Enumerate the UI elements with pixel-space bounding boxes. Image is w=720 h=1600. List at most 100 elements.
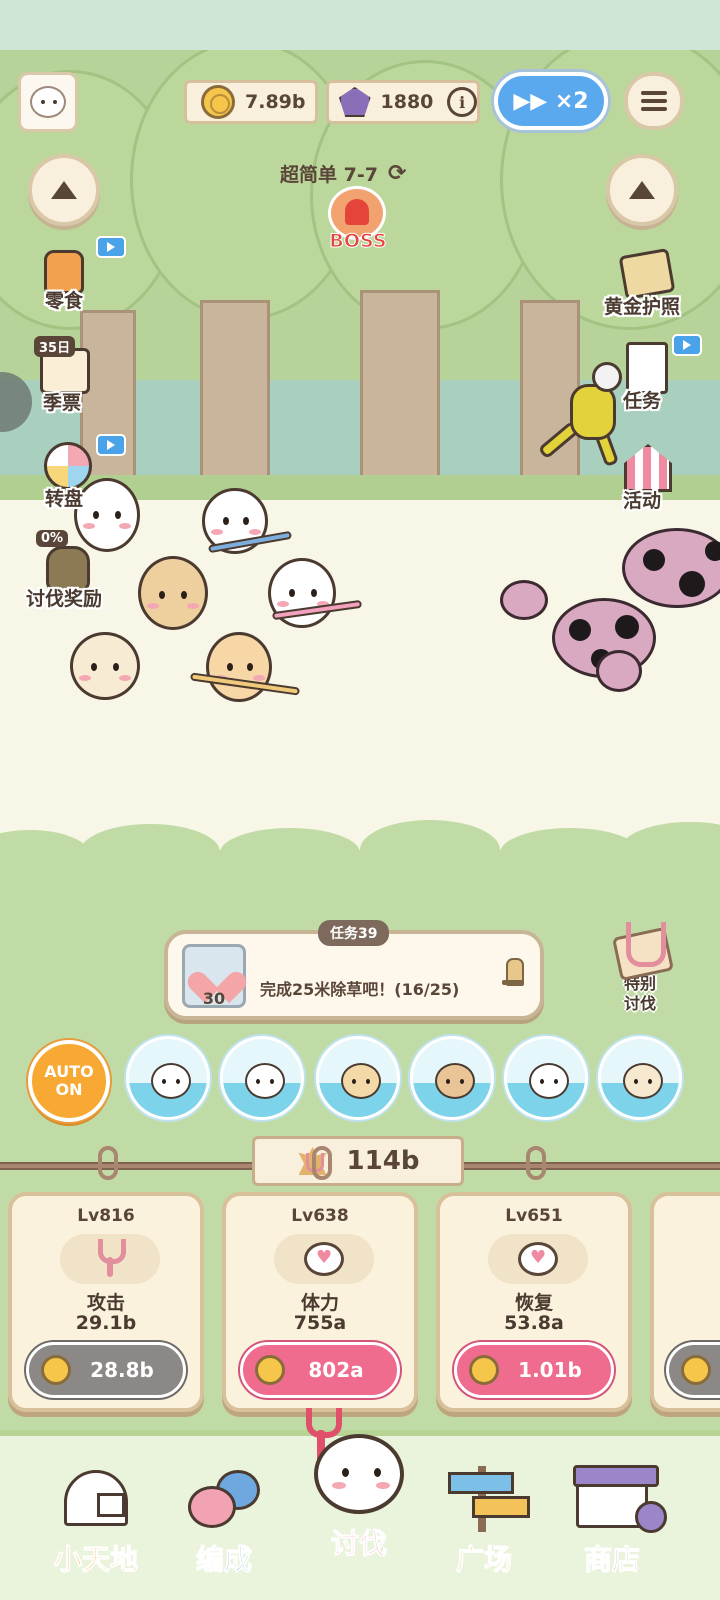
party-slot-5[interactable] bbox=[504, 1036, 588, 1120]
stamina-level: Lv638 bbox=[291, 1206, 349, 1226]
party-slot-2[interactable] bbox=[220, 1036, 304, 1120]
quest-banner[interactable]: 任务39 30 完成25米除草吧！(16/25) bbox=[164, 920, 544, 1020]
reward-percent-badge: 0% bbox=[36, 530, 69, 547]
enemy-bug-small-2 bbox=[596, 650, 642, 692]
quest-reward: 30 bbox=[182, 944, 246, 1008]
party-member-3 bbox=[138, 556, 208, 630]
video-icon bbox=[96, 434, 126, 456]
recovery-level: Lv651 bbox=[505, 1206, 563, 1226]
subjugation-reward-label: 讨伐奖励 bbox=[25, 588, 102, 610]
attack-upgrade-button[interactable]: 28.8b bbox=[26, 1342, 186, 1398]
party-slot-3[interactable] bbox=[316, 1036, 400, 1120]
refresh-icon[interactable]: ⟳ bbox=[388, 161, 406, 186]
character-face-icon bbox=[341, 1063, 381, 1099]
character-face-icon bbox=[435, 1063, 475, 1099]
subjugation-character-icon bbox=[304, 1408, 414, 1518]
collapse-right-menu-button[interactable] bbox=[606, 154, 678, 226]
signpost-icon bbox=[448, 1466, 530, 1532]
quest-description: 完成25米除草吧！(16/25) bbox=[260, 980, 460, 999]
coin-icon bbox=[201, 85, 235, 119]
recovery-upgrade-button[interactable]: 1.01b bbox=[454, 1342, 614, 1398]
attack-name: 攻击 bbox=[86, 1292, 125, 1314]
next-upgrade-button[interactable] bbox=[666, 1342, 720, 1398]
main-menu-button[interactable] bbox=[624, 72, 684, 130]
attack-level: Lv816 bbox=[77, 1206, 135, 1226]
character-face-icon bbox=[151, 1063, 191, 1099]
attack-upgrade-cost: 28.8b bbox=[90, 1358, 154, 1382]
special-subjugation-button[interactable]: 特别讨伐 bbox=[598, 922, 682, 1014]
coin-icon bbox=[41, 1355, 71, 1385]
nav-my-world-label: 小天地 bbox=[53, 1543, 138, 1577]
auto-label: AUTO bbox=[44, 1062, 94, 1081]
avatar bbox=[30, 86, 66, 118]
season-pass-button[interactable]: 35日 季票 bbox=[14, 336, 110, 415]
roulette-icon bbox=[44, 442, 92, 490]
character-face-icon bbox=[529, 1063, 569, 1099]
hut-icon bbox=[64, 1470, 128, 1526]
bell-icon bbox=[502, 956, 524, 990]
subjugation-reward-button[interactable]: 0% 讨伐奖励 bbox=[16, 530, 112, 611]
nav-formation-label: 编成 bbox=[195, 1543, 252, 1577]
info-icon[interactable]: i bbox=[447, 87, 477, 117]
stage-indicator: 超简单 7-7 ⟳ bbox=[280, 158, 440, 188]
collapse-left-menu-button[interactable] bbox=[28, 154, 100, 226]
next-upgrade-card-partial[interactable] bbox=[650, 1192, 720, 1412]
party-member-6 bbox=[70, 632, 140, 700]
nav-subjugation-label: 讨伐 bbox=[330, 1527, 387, 1561]
nav-plaza[interactable]: 广场 bbox=[424, 1466, 544, 1596]
roulette-label: 转盘 bbox=[44, 488, 83, 510]
quest-tag: 任务39 bbox=[318, 920, 390, 946]
attack-value: 29.1b bbox=[75, 1312, 137, 1334]
profile-button[interactable] bbox=[18, 72, 78, 132]
event-button[interactable]: 活动 bbox=[594, 440, 690, 513]
menu-list-icon bbox=[641, 91, 667, 111]
nav-shop-label: 商店 bbox=[583, 1543, 640, 1577]
video-icon bbox=[96, 236, 126, 258]
attack-upgrade-card: Lv816 攻击 29.1b 28.8b bbox=[8, 1146, 204, 1412]
triangle-up-icon bbox=[629, 181, 655, 199]
heart-plus-icon bbox=[518, 1242, 558, 1276]
nav-subjugation[interactable]: 讨伐 bbox=[294, 1408, 424, 1600]
boss-label: BOSS bbox=[329, 230, 387, 253]
party-member-5 bbox=[206, 632, 272, 702]
stamina-name: 体力 bbox=[300, 1292, 339, 1314]
party-slot-4[interactable] bbox=[410, 1036, 494, 1120]
total-power-value: 114b bbox=[346, 1146, 420, 1176]
snack-label: 零食 bbox=[44, 290, 83, 312]
trident-icon bbox=[92, 1239, 128, 1279]
character-face-icon bbox=[245, 1063, 285, 1099]
stamina-upgrade-cost: 802a bbox=[308, 1358, 364, 1382]
task-label: 任务 bbox=[622, 390, 661, 412]
team-icon bbox=[188, 1486, 236, 1528]
shop-icon bbox=[573, 1465, 667, 1533]
gem-counter: 1880 i bbox=[326, 80, 480, 124]
task-button[interactable]: 任务 bbox=[594, 334, 702, 413]
season-days-badge: 35日 bbox=[34, 336, 76, 357]
auto-battle-toggle[interactable]: AUTO ON bbox=[28, 1040, 110, 1122]
nav-plaza-label: 广场 bbox=[455, 1543, 512, 1577]
nav-my-world[interactable]: 小天地 bbox=[36, 1466, 156, 1596]
nav-shop[interactable]: 商店 bbox=[552, 1465, 672, 1596]
party-slot-6[interactable] bbox=[598, 1036, 682, 1120]
coin-icon bbox=[469, 1355, 499, 1385]
boss-button[interactable]: BOSS bbox=[318, 186, 398, 260]
gem-icon bbox=[339, 87, 371, 117]
stamina-upgrade-card: Lv638 体力 755a 802a bbox=[222, 1146, 418, 1412]
gold-passport-button[interactable]: 黄金护照 bbox=[594, 246, 690, 319]
party-slot-1[interactable] bbox=[126, 1036, 210, 1120]
stamina-upgrade-button[interactable]: 802a bbox=[240, 1342, 400, 1398]
recovery-upgrade-cost: 1.01b bbox=[518, 1358, 582, 1382]
coin-counter: 7.89b bbox=[184, 80, 318, 124]
special-subjugation-icon bbox=[608, 922, 672, 974]
roulette-button[interactable]: 转盘 bbox=[16, 434, 126, 511]
character-face-icon bbox=[623, 1063, 663, 1099]
recovery-upgrade-card: Lv651 恢复 53.8a 1.01b bbox=[436, 1146, 632, 1412]
video-icon bbox=[672, 334, 702, 356]
snack-button[interactable]: 零食 bbox=[16, 236, 126, 313]
gem-amount: 1880 bbox=[380, 91, 434, 113]
coin-amount: 7.89b bbox=[245, 91, 306, 113]
total-power: 114b bbox=[252, 1136, 464, 1186]
speed-toggle-button[interactable]: ▶▶ ×2 bbox=[494, 72, 608, 130]
stamina-value: 755a bbox=[293, 1312, 347, 1334]
nav-formation[interactable]: 编成 bbox=[164, 1466, 284, 1596]
